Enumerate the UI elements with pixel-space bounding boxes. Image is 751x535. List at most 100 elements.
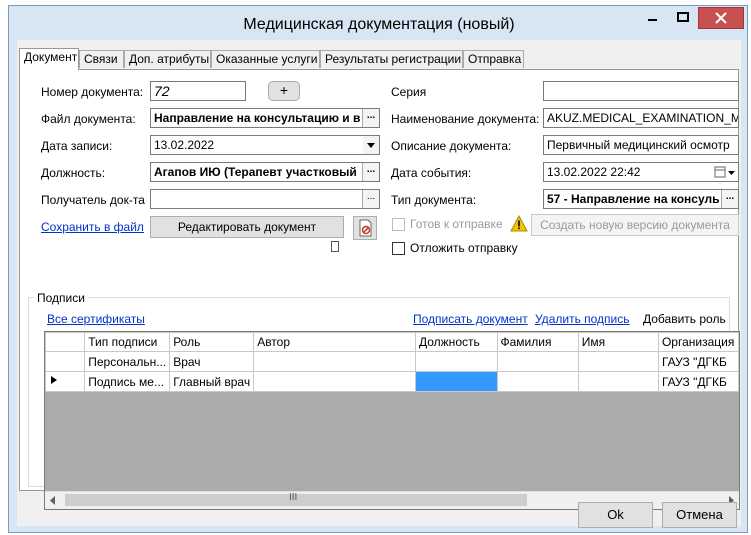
ok-button[interactable]: Ok: [578, 502, 653, 528]
save-to-file-link[interactable]: Сохранить в файл: [41, 220, 144, 234]
cell-position-selected[interactable]: [414, 371, 498, 392]
close-icon: [715, 12, 727, 24]
signatures-group-label: Подписи: [34, 291, 88, 305]
window-title: Медицинская документация (новый): [243, 16, 515, 33]
tab-page-document: Номер документа: 72 + Файл документа: На…: [19, 69, 740, 510]
doc-description-field[interactable]: Первичный медицинский осмотр: [543, 135, 739, 155]
dialog-client-area: Документ Связи Доп. атрибуты Оказанные у…: [17, 40, 741, 528]
cell-position[interactable]: [414, 351, 498, 372]
scroll-left-icon[interactable]: [49, 496, 57, 505]
position-value: Агапов ИЮ (Терапевт участковый: [154, 165, 357, 179]
column-header[interactable]: Фамилия: [496, 332, 579, 352]
add-role-button[interactable]: Добавить роль: [643, 312, 726, 326]
column-header[interactable]: Организация: [657, 332, 739, 352]
current-row-arrow-icon: [51, 376, 57, 384]
cell-surname[interactable]: [496, 371, 579, 392]
series-label: Серия: [391, 85, 427, 99]
table-header-row: Тип подписи Роль Автор Должность Фамилия…: [45, 332, 739, 352]
tab-sending[interactable]: Отправка: [463, 50, 524, 68]
add-number-button[interactable]: +: [268, 81, 300, 101]
calendar-icon: [714, 166, 735, 178]
cell-author[interactable]: [253, 351, 416, 372]
ready-to-send-label: Готов к отправке: [410, 217, 503, 231]
sign-document-link[interactable]: Подписать документ: [413, 312, 528, 326]
dialog-window: Медицинская документация (новый) Докумен…: [8, 5, 748, 533]
series-field[interactable]: [543, 81, 739, 101]
cell-role[interactable]: Главный врач: [169, 371, 255, 392]
tab-extra-attributes[interactable]: Доп. атрибуты: [124, 50, 211, 68]
record-date-field[interactable]: 13.02.2022: [150, 135, 380, 155]
chevron-down-icon: [367, 143, 375, 148]
tab-links[interactable]: Связи: [79, 50, 124, 68]
record-date-label: Дата записи:: [41, 139, 113, 153]
position-browse-button[interactable]: ...: [362, 163, 379, 181]
postpone-sending-label: Отложить отправку: [410, 241, 518, 255]
doc-type-field[interactable]: 57 - Направление на консуль ...: [543, 189, 739, 209]
small-indicator-icon: [331, 241, 339, 252]
delete-signature-link[interactable]: Удалить подпись: [535, 312, 630, 326]
column-header[interactable]: Должность: [414, 332, 498, 352]
edit-document-button[interactable]: Редактировать документ: [150, 216, 344, 238]
scroll-grip: III: [289, 492, 298, 503]
recipient-field[interactable]: ...: [150, 189, 380, 209]
record-date-dropdown-button[interactable]: [363, 136, 379, 154]
event-date-value: 13.02.2022 22:42: [547, 165, 641, 179]
cell-author[interactable]: [253, 371, 416, 392]
minimize-button[interactable]: [639, 7, 667, 29]
doc-file-browse-button[interactable]: ...: [362, 109, 379, 127]
maximize-button[interactable]: [669, 7, 697, 29]
doc-name-field[interactable]: AKUZ.MEDICAL_EXAMINATION_MAII: [543, 108, 739, 128]
table-row[interactable]: Подпись ме... Главный врач ГАУЗ "ДГКБ: [45, 371, 739, 392]
tab-label: Оказанные услуги: [216, 52, 318, 66]
doc-file-label: Файл документа:: [41, 112, 136, 126]
recipient-browse-button[interactable]: ...: [362, 190, 379, 208]
cell-organization[interactable]: ГАУЗ "ДГКБ: [657, 351, 739, 372]
signatures-grid: Тип подписи Роль Автор Должность Фамилия…: [44, 331, 740, 510]
signatures-table: Тип подписи Роль Автор Должность Фамилия…: [45, 332, 739, 392]
all-certificates-link[interactable]: Все сертификаты: [47, 312, 145, 326]
cell-signature-type[interactable]: Персональн...: [84, 351, 171, 372]
cell-organization[interactable]: ГАУЗ "ДГКБ: [657, 371, 739, 392]
minimize-icon: [648, 19, 657, 21]
postpone-sending-checkbox[interactable]: [392, 242, 405, 255]
event-date-field[interactable]: 13.02.2022 22:42: [543, 162, 739, 182]
column-header[interactable]: Роль: [169, 332, 255, 352]
row-header[interactable]: [45, 351, 86, 372]
event-date-label: Дата события:: [391, 166, 472, 180]
column-header[interactable]: Тип подписи: [84, 332, 171, 352]
document-action-button[interactable]: [353, 216, 377, 240]
cell-surname[interactable]: [496, 351, 579, 372]
tab-registration-results[interactable]: Результаты регистрации: [320, 50, 463, 68]
close-button[interactable]: [698, 7, 744, 29]
row-header[interactable]: [45, 371, 86, 392]
table-row[interactable]: Персональн... Врач ГАУЗ "ДГКБ: [45, 351, 739, 372]
cell-name[interactable]: [577, 371, 659, 392]
doc-file-field[interactable]: Направление на консультацию и в ...: [150, 108, 380, 128]
warning-icon: [510, 215, 528, 232]
doc-number-field[interactable]: 72: [150, 81, 246, 101]
position-field[interactable]: Агапов ИЮ (Терапевт участковый ...: [150, 162, 380, 182]
tab-document[interactable]: Документ: [19, 48, 79, 70]
cell-name[interactable]: [577, 351, 659, 372]
cancel-button[interactable]: Отмена: [662, 502, 737, 528]
tab-label: Отправка: [468, 52, 522, 66]
document-icon: [359, 219, 372, 237]
scroll-thumb[interactable]: III: [65, 492, 527, 506]
cell-signature-type[interactable]: Подпись ме...: [84, 371, 171, 392]
event-date-picker-button[interactable]: [712, 163, 738, 181]
tab-label: Связи: [84, 52, 118, 66]
recipient-label: Получатель док-та: [41, 193, 145, 207]
create-new-version-button[interactable]: Создать новую версию документа: [531, 214, 739, 236]
doc-type-label: Тип документа:: [391, 193, 477, 207]
row-header-corner: [45, 332, 86, 352]
ready-to-send-checkbox[interactable]: [392, 218, 405, 231]
tab-label: Результаты регистрации: [325, 52, 462, 66]
tab-services[interactable]: Оказанные услуги: [211, 50, 320, 68]
column-header[interactable]: Имя: [577, 332, 659, 352]
column-header[interactable]: Автор: [253, 332, 416, 352]
tab-label: Документ: [24, 50, 78, 64]
cell-role[interactable]: Врач: [169, 351, 255, 372]
tab-label: Доп. атрибуты: [129, 52, 210, 66]
doc-type-browse-button[interactable]: ...: [721, 190, 738, 208]
doc-description-label: Описание документа:: [391, 139, 512, 153]
